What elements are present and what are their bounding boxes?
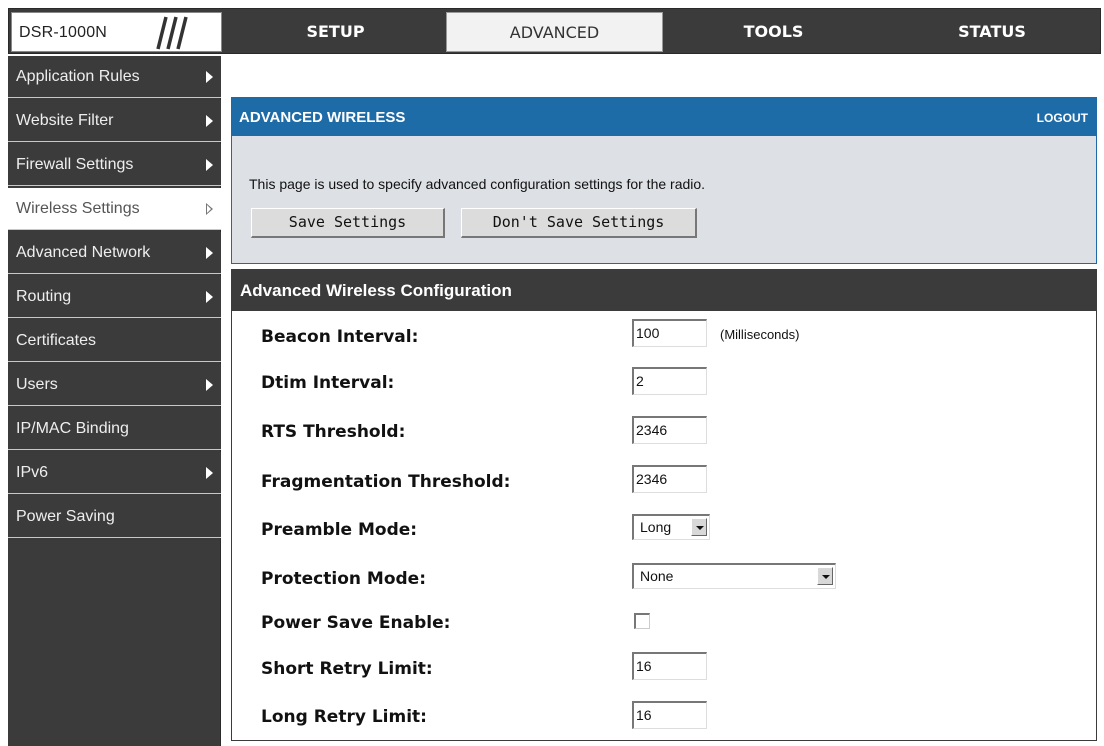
preamble-mode-select[interactable]: Long — [632, 514, 710, 540]
tab-tools[interactable]: TOOLS — [665, 12, 882, 52]
save-settings-button[interactable]: Save Settings — [251, 208, 445, 238]
sidebar-item-website-filter[interactable]: Website Filter — [8, 100, 221, 142]
logout-link[interactable]: LOGOUT — [1037, 111, 1088, 125]
sidebar-item-label: Application Rules — [16, 68, 140, 85]
tab-advanced[interactable]: ADVANCED — [446, 12, 663, 52]
sidebar-item-application-rules[interactable]: Application Rules — [8, 56, 221, 98]
product-logo: DSR-1000N — [11, 12, 222, 52]
sidebar-item-label: IPv6 — [16, 464, 49, 481]
preamble-mode-label: Preamble Mode: — [261, 520, 418, 540]
sidebar-item-firewall-settings[interactable]: Firewall Settings — [8, 144, 221, 186]
dtim-interval-input[interactable]: 2 — [632, 367, 707, 395]
sidebar-item-advanced-network[interactable]: Advanced Network — [8, 232, 221, 274]
rts-threshold-input[interactable]: 2346 — [632, 416, 707, 444]
submenu-arrow-icon — [206, 203, 213, 215]
submenu-arrow-icon — [206, 291, 213, 303]
long-retry-limit-label: Long Retry Limit: — [261, 707, 427, 727]
sidebar-item-certificates[interactable]: Certificates — [8, 320, 221, 362]
dont-save-settings-button[interactable]: Don't Save Settings — [461, 208, 697, 238]
sidebar-item-label: Routing — [16, 288, 72, 305]
short-retry-limit-input[interactable]: 16 — [632, 652, 707, 680]
sidebar-item-ipv6[interactable]: IPv6 — [8, 452, 221, 494]
tab-setup[interactable]: SETUP — [227, 12, 444, 52]
preamble-mode-value: Long — [640, 519, 672, 535]
protection-mode-label: Protection Mode: — [261, 569, 427, 589]
section-header: Advanced Wireless Configuration — [231, 269, 1097, 311]
section-title: Advanced Wireless Configuration — [240, 281, 512, 300]
sidebar-item-label: Website Filter — [16, 112, 114, 129]
submenu-arrow-icon — [206, 159, 213, 171]
protection-mode-select[interactable]: None — [632, 563, 836, 589]
beacon-interval-label: Beacon Interval: — [261, 327, 419, 347]
long-retry-limit-input[interactable]: 16 — [632, 701, 707, 729]
page-title: ADVANCED WIRELESS — [239, 109, 406, 126]
sidebar-item-label: IP/MAC Binding — [16, 420, 129, 437]
sidebar-item-ip-mac-binding[interactable]: IP/MAC Binding — [8, 408, 221, 450]
submenu-arrow-icon — [206, 379, 213, 391]
sidebar-item-users[interactable]: Users — [8, 364, 221, 406]
submenu-arrow-icon — [206, 71, 213, 83]
advanced-wireless-panel: ADVANCED WIRELESS LOGOUT This page is us… — [231, 97, 1097, 264]
logo-slashes-icon — [156, 16, 188, 50]
product-model-text: DSR-1000N — [19, 24, 108, 41]
beacon-interval-input[interactable]: 100 — [632, 319, 707, 347]
top-navigation-bar: DSR-1000N SETUP ADVANCED TOOLS STATUS — [8, 8, 1101, 54]
dtim-interval-label: Dtim Interval: — [261, 373, 395, 393]
tab-status[interactable]: STATUS — [884, 12, 1100, 52]
page-description: This page is used to specify advanced co… — [249, 176, 706, 192]
power-save-enable-checkbox[interactable] — [634, 613, 650, 629]
sidebar: Application Rules Website Filter Firewal… — [8, 56, 221, 746]
power-save-enable-label: Power Save Enable: — [261, 613, 451, 633]
short-retry-limit-label: Short Retry Limit: — [261, 659, 433, 679]
sidebar-item-wireless-settings[interactable]: Wireless Settings — [8, 188, 221, 230]
sidebar-item-label: Users — [16, 376, 58, 393]
sidebar-item-power-saving[interactable]: Power Saving — [8, 496, 221, 538]
submenu-arrow-icon — [206, 115, 213, 127]
sidebar-item-label: Certificates — [16, 332, 97, 349]
chevron-down-icon[interactable] — [691, 518, 707, 536]
sidebar-item-label: Power Saving — [16, 508, 115, 525]
submenu-arrow-icon — [206, 467, 213, 479]
sidebar-item-label: Wireless Settings — [16, 200, 140, 217]
submenu-arrow-icon — [206, 247, 213, 259]
beacon-interval-unit: (Milliseconds) — [720, 327, 800, 342]
fragmentation-threshold-input[interactable]: 2346 — [632, 465, 707, 493]
sidebar-item-label: Advanced Network — [16, 244, 151, 261]
chevron-down-icon[interactable] — [817, 567, 833, 585]
panel-header: ADVANCED WIRELESS LOGOUT — [232, 98, 1096, 136]
rts-threshold-label: RTS Threshold: — [261, 422, 406, 442]
sidebar-item-label: Firewall Settings — [16, 156, 134, 173]
protection-mode-value: None — [640, 568, 674, 584]
sidebar-item-routing[interactable]: Routing — [8, 276, 221, 318]
fragmentation-threshold-label: Fragmentation Threshold: — [261, 472, 511, 492]
